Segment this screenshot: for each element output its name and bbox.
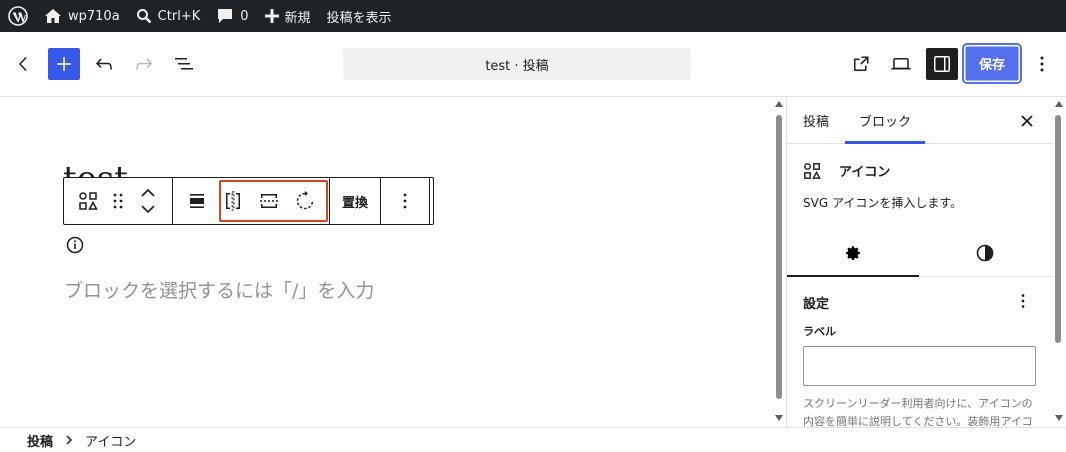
move-block-buttons — [130, 183, 166, 219]
drag-handle-icon — [113, 193, 123, 209]
site-name-link[interactable]: wp710a — [36, 0, 128, 32]
scroll-down-arrow[interactable] — [1055, 415, 1063, 421]
block-inserter-button[interactable] — [48, 48, 80, 80]
plus-icon — [264, 9, 279, 23]
block-options-button[interactable] — [387, 183, 423, 219]
canvas-scrollbar[interactable] — [772, 97, 786, 427]
search-shortcut: Ctrl+K — [157, 8, 201, 24]
tab-settings[interactable] — [787, 229, 919, 277]
scroll-up-arrow[interactable] — [1055, 101, 1063, 107]
close-sidebar-button[interactable] — [1015, 109, 1039, 133]
horizontal-resize-icon — [226, 191, 240, 211]
document-title: test · 投稿 — [485, 58, 549, 74]
panel-options-button[interactable] — [1013, 291, 1033, 311]
align-none-icon — [190, 194, 204, 208]
view-post-button[interactable] — [845, 48, 877, 80]
scroll-down-arrow[interactable] — [775, 415, 783, 421]
vertical-resize-icon — [260, 194, 278, 208]
more-vertical-icon — [1040, 56, 1044, 72]
preview-device-button[interactable] — [885, 48, 917, 80]
label-input[interactable] — [803, 346, 1036, 386]
block-toolbar: 置換 — [63, 177, 434, 225]
editor-header: test · 投稿 保存 — [0, 32, 1066, 97]
rotate-icon — [296, 191, 314, 210]
paragraph-placeholder[interactable]: ブロックを選択するには「/」を入力 — [64, 276, 374, 303]
gear-icon — [846, 246, 860, 260]
editor-canvas[interactable]: test — [0, 97, 786, 427]
label-field-label: ラベル — [803, 325, 836, 338]
plus-icon — [57, 57, 71, 71]
undo-button[interactable] — [88, 48, 120, 80]
contrast-icon — [976, 244, 994, 262]
icon-block-icon — [79, 192, 98, 210]
document-title-bar[interactable]: test · 投稿 — [343, 48, 691, 80]
replace-button[interactable]: 置換 — [336, 183, 374, 219]
tab-block[interactable]: ブロック — [845, 97, 925, 144]
comments-count: 0 — [240, 8, 249, 24]
close-icon — [1021, 115, 1033, 127]
block-name: アイコン — [839, 165, 891, 180]
chevron-up-icon[interactable] — [140, 188, 156, 198]
width-button[interactable] — [215, 183, 251, 219]
block-toolbar-options-group — [381, 178, 431, 224]
sidebar-scrollbar[interactable] — [1052, 97, 1066, 427]
rotate-button[interactable] — [287, 183, 323, 219]
sidebar-icon — [934, 56, 950, 72]
document-overview-button[interactable] — [168, 48, 200, 80]
desktop-icon — [891, 58, 911, 70]
info-icon — [66, 236, 84, 254]
inspector-tabs — [787, 229, 1052, 277]
block-card: アイコン SVG アイコンを挿入します。 — [803, 161, 1043, 211]
block-type-button[interactable] — [70, 183, 106, 219]
scrollbar-thumb[interactable] — [776, 115, 782, 399]
search-icon — [136, 9, 152, 24]
chevron-right-icon — [66, 435, 73, 445]
drag-handle[interactable] — [106, 183, 130, 219]
tab-styles[interactable] — [919, 229, 1051, 277]
breadcrumb-item-icon: アイコン — [85, 434, 137, 450]
align-button[interactable] — [179, 183, 215, 219]
settings-sidebar-toggle[interactable] — [926, 48, 958, 80]
redo-icon — [136, 58, 153, 70]
options-menu-button[interactable] — [1026, 48, 1058, 80]
comment-bubble-icon — [218, 9, 233, 23]
block-toolbar-parent-group — [64, 178, 173, 224]
new-label: 新規 — [284, 10, 311, 26]
more-vertical-icon — [1021, 294, 1025, 308]
settings-sidebar: 投稿 ブロック アイコン SVG アイコンを挿入します。 設定 ラベル スクリー… — [786, 97, 1052, 427]
command-palette-button[interactable]: Ctrl+K — [128, 0, 209, 32]
breadcrumb: 投稿 アイコン — [0, 427, 1066, 452]
tab-post[interactable]: 投稿 — [803, 97, 829, 144]
save-button[interactable]: 保存 — [964, 45, 1020, 82]
more-vertical-icon — [403, 193, 407, 209]
site-name: wp710a — [68, 8, 120, 24]
breadcrumb-item-post[interactable]: 投稿 — [27, 431, 53, 450]
wordpress-logo-icon[interactable] — [0, 0, 36, 32]
external-link-icon — [854, 56, 869, 71]
list-view-icon — [175, 58, 193, 70]
new-content-link[interactable]: 新規 — [257, 0, 319, 32]
panel-title[interactable]: 設定 — [803, 293, 829, 312]
view-post-link[interactable]: 投稿を表示 — [319, 0, 400, 32]
sidebar-tabs: 投稿 ブロック — [787, 97, 1052, 144]
chevron-down-icon[interactable] — [140, 204, 156, 214]
chevron-left-icon — [19, 57, 27, 71]
block-toolbar-controls-group — [173, 178, 330, 224]
redo-button[interactable] — [128, 48, 160, 80]
icon-block-icon — [804, 162, 821, 179]
label-help-text: スクリーンリーダー利用者向けに、アイコンの内容を簡単に説明してください。装飾用ア… — [803, 397, 1033, 427]
scroll-up-arrow[interactable] — [775, 101, 783, 107]
height-button[interactable] — [251, 183, 287, 219]
scrollbar-thumb[interactable] — [1055, 115, 1061, 343]
block-toolbar-replace-group: 置換 — [330, 178, 382, 224]
undo-icon — [96, 58, 112, 70]
admin-bar: wp710a Ctrl+K 0 新規 投稿を表示 — [0, 0, 1066, 32]
view-post-label: 投稿を表示 — [326, 10, 392, 26]
block-description: SVG アイコンを挿入します。 — [803, 196, 963, 210]
home-icon — [45, 9, 61, 23]
comments-link[interactable]: 0 — [208, 0, 256, 32]
back-button[interactable] — [8, 48, 40, 80]
